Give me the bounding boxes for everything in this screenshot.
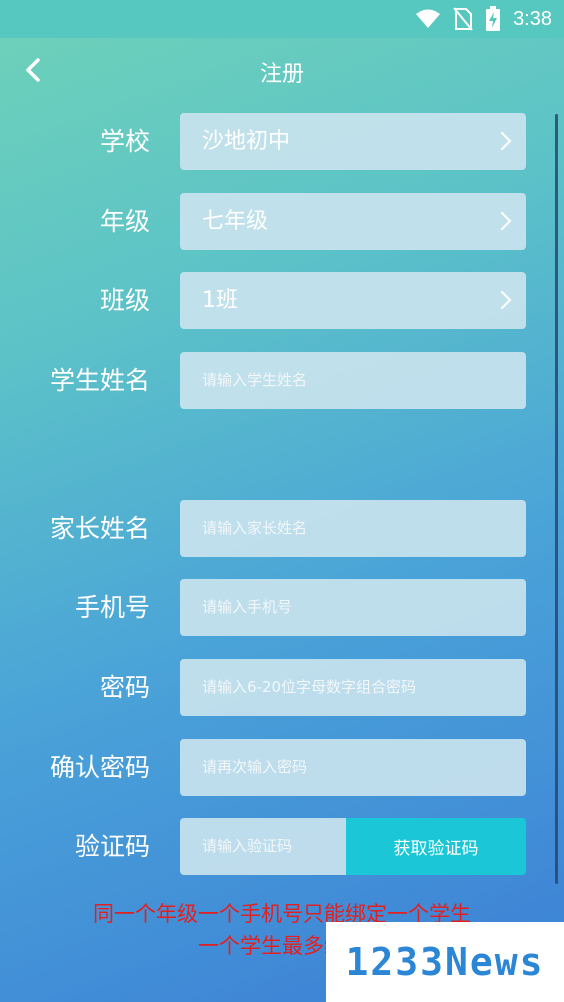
chevron-right-icon	[500, 211, 512, 231]
confirm-password-row: 确认密码 请再次输入密码	[0, 739, 564, 796]
parent-name-row: 家长姓名 请输入家长姓名	[0, 500, 564, 557]
password-input[interactable]: 请输入6-20位字母数字组合密码	[180, 659, 526, 716]
chevron-right-icon	[500, 131, 512, 151]
school-select[interactable]: 沙地初中	[180, 113, 526, 170]
confirm-password-label: 确认密码	[49, 753, 150, 782]
phone-placeholder: 请输入手机号	[202, 598, 293, 616]
password-label: 密码	[99, 673, 150, 702]
student-name-row: 学生姓名 请输入学生姓名	[0, 352, 564, 409]
phone-row: 手机号 请输入手机号	[0, 579, 564, 636]
page-title: 注册	[259, 62, 304, 87]
grade-value: 七年级	[202, 209, 269, 234]
status-time: 3:38	[513, 7, 552, 30]
status-icons: 3:38	[415, 6, 552, 32]
header: 注册	[0, 38, 564, 102]
class-row: 班级 1班	[0, 272, 564, 329]
grade-select[interactable]: 七年级	[180, 193, 526, 250]
class-label: 班级	[99, 286, 150, 315]
grade-row: 年级 七年级	[0, 193, 564, 250]
student-name-label: 学生姓名	[49, 366, 150, 395]
password-placeholder: 请输入6-20位字母数字组合密码	[202, 678, 417, 696]
watermark-text: 1233News	[345, 940, 545, 984]
verification-code-row: 验证码 请输入验证码 获取验证码	[0, 818, 564, 875]
class-select[interactable]: 1班	[180, 272, 526, 329]
password-row: 密码 请输入6-20位字母数字组合密码	[0, 659, 564, 716]
class-value: 1班	[202, 288, 238, 313]
confirm-password-input[interactable]: 请再次输入密码	[180, 739, 526, 796]
verification-code-label: 验证码	[74, 832, 150, 861]
no-sim-icon	[453, 7, 473, 31]
school-row: 学校 沙地初中	[0, 113, 564, 170]
student-name-input[interactable]: 请输入学生姓名	[180, 352, 526, 409]
battery-charging-icon	[486, 6, 501, 31]
verification-code-input[interactable]: 请输入验证码	[180, 818, 346, 875]
student-name-placeholder: 请输入学生姓名	[202, 371, 308, 389]
chevron-right-icon	[500, 290, 512, 310]
status-bar: 3:38	[0, 0, 564, 38]
school-label: 学校	[99, 127, 150, 156]
phone-input[interactable]: 请输入手机号	[180, 579, 526, 636]
parent-name-placeholder: 请输入家长姓名	[202, 519, 308, 537]
grade-label: 年级	[99, 207, 150, 236]
parent-name-input[interactable]: 请输入家长姓名	[180, 500, 526, 557]
school-value: 沙地初中	[202, 129, 291, 154]
wifi-icon	[416, 9, 441, 28]
get-code-button[interactable]: 获取验证码	[346, 818, 526, 875]
watermark-logo: 1233News	[326, 922, 564, 1002]
confirm-password-placeholder: 请再次输入密码	[202, 758, 308, 776]
phone-label: 手机号	[74, 593, 150, 622]
parent-name-label: 家长姓名	[49, 514, 150, 543]
verification-code-placeholder: 请输入验证码	[202, 837, 293, 855]
